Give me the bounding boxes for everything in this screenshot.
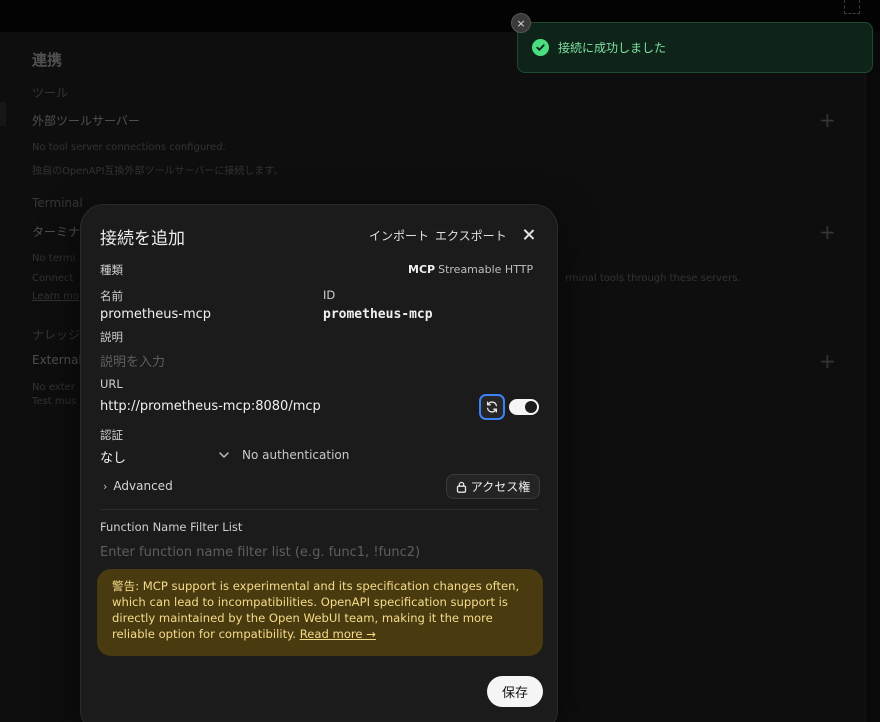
check-circle-icon bbox=[532, 39, 549, 56]
auth-detail-text: No authentication bbox=[242, 448, 350, 462]
id-input[interactable]: prometheus-mcp bbox=[323, 307, 433, 322]
description-input[interactable]: 説明を入力 bbox=[100, 351, 165, 370]
chevron-right-icon: › bbox=[103, 480, 108, 493]
lock-icon bbox=[456, 481, 466, 493]
name-input[interactable]: prometheus-mcp bbox=[100, 307, 211, 322]
success-toast: 接続に成功しました bbox=[517, 22, 873, 73]
filter-input[interactable]: Enter function name filter list (e.g. fu… bbox=[100, 545, 420, 560]
name-label: 名前 bbox=[100, 289, 123, 303]
auth-label: 認証 bbox=[100, 428, 123, 442]
divider bbox=[100, 509, 538, 510]
auth-select[interactable]: なし bbox=[100, 447, 126, 466]
type-transport-value: Streamable HTTP bbox=[438, 263, 534, 276]
save-button[interactable]: 保存 bbox=[487, 676, 543, 707]
advanced-label: Advanced bbox=[113, 479, 173, 493]
filter-label: Function Name Filter List bbox=[100, 520, 243, 534]
url-input[interactable]: http://prometheus-mcp:8080/mcp bbox=[100, 399, 321, 414]
toast-close-icon[interactable]: × bbox=[511, 13, 531, 33]
refresh-icon bbox=[486, 401, 498, 413]
chevron-down-icon[interactable] bbox=[218, 449, 230, 461]
read-more-link[interactable]: Read more → bbox=[300, 627, 376, 641]
type-label: 種類 bbox=[100, 263, 123, 277]
access-control-button[interactable]: アクセス権 bbox=[446, 474, 540, 499]
access-button-label: アクセス権 bbox=[470, 480, 531, 494]
url-label: URL bbox=[100, 377, 123, 391]
toast-message: 接続に成功しました bbox=[558, 41, 667, 55]
type-selector[interactable]: MCP Streamable HTTP bbox=[408, 263, 533, 276]
id-label: ID bbox=[323, 288, 336, 302]
toggle-knob bbox=[525, 401, 537, 413]
import-button[interactable]: インポート bbox=[369, 227, 429, 244]
verify-connection-button[interactable] bbox=[479, 394, 505, 420]
add-connection-modal: 接続を追加 インポート エクスポート 種類 MCP Streamable HTTP… bbox=[80, 204, 558, 722]
description-label: 説明 bbox=[100, 330, 123, 344]
close-icon[interactable] bbox=[520, 226, 538, 244]
modal-title: 接続を追加 bbox=[100, 229, 185, 249]
url-enabled-toggle[interactable] bbox=[509, 399, 539, 415]
mcp-warning-banner: 警告: MCP support is experimental and its … bbox=[97, 569, 543, 656]
export-button[interactable]: エクスポート bbox=[435, 227, 507, 244]
type-mcp-value: MCP bbox=[408, 263, 436, 276]
advanced-toggle[interactable]: › Advanced bbox=[103, 479, 173, 493]
